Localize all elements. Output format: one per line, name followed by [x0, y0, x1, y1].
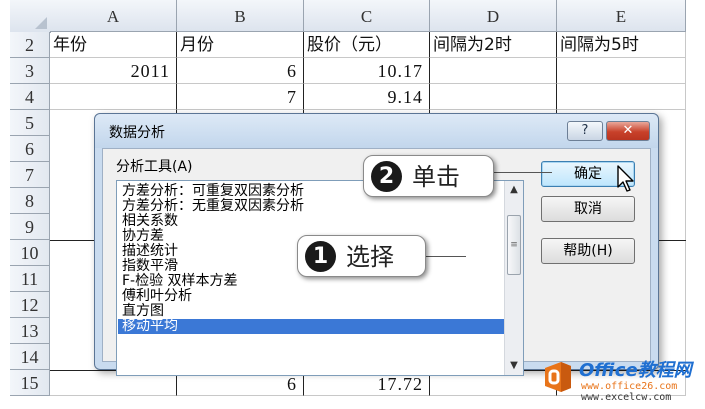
listbox-scrollbar[interactable]: ▲ ≡ ▼	[504, 181, 523, 375]
step-2-text: 单击	[412, 163, 460, 191]
cell-e3[interactable]	[557, 58, 686, 84]
dialog-title-bar[interactable]: 数据分析 ? ✕	[95, 114, 658, 148]
analysis-tools-label: 分析工具(A)	[116, 159, 193, 175]
step-1-callout: 1 选择	[297, 235, 426, 277]
tool-item-fourier-analysis[interactable]: 傅利叶分析	[122, 289, 192, 304]
tool-item-histogram[interactable]: 直方图	[122, 304, 164, 319]
cell-d2[interactable]: 间隔为2时	[430, 32, 557, 58]
cell-c2[interactable]: 股价（元）	[304, 32, 430, 58]
row-header-15[interactable]: 15	[10, 370, 50, 396]
close-button[interactable]: ✕	[606, 121, 650, 141]
step-2-callout: 2 单击	[363, 155, 494, 197]
column-header-a[interactable]: A	[50, 0, 177, 32]
row-header-2[interactable]: 2	[10, 32, 50, 58]
row-header-13[interactable]: 13	[10, 318, 50, 344]
cell-d3[interactable]	[430, 58, 557, 84]
cell-b2[interactable]: 月份	[177, 32, 304, 58]
scroll-down-arrow-icon[interactable]: ▼	[505, 357, 523, 375]
mouse-pointer-icon	[617, 165, 634, 192]
row-header-8[interactable]: 8	[10, 188, 50, 214]
cell-e2[interactable]: 间隔为5时	[557, 32, 686, 58]
tool-item-anova-no-replication[interactable]: 方差分析：无重复双因素分析	[122, 199, 304, 214]
cell-c4[interactable]: 9.14	[304, 84, 430, 110]
step-2-number-icon: 2	[371, 161, 402, 192]
tool-item-covariance[interactable]: 协方差	[122, 229, 164, 244]
tool-item-exponential-smoothing[interactable]: 指数平滑	[122, 259, 178, 274]
cancel-button[interactable]: 取消	[541, 196, 635, 222]
scroll-thumb[interactable]: ≡	[507, 215, 521, 275]
row-header-12[interactable]: 12	[10, 292, 50, 318]
row-header-9[interactable]: 9	[10, 214, 50, 240]
scroll-up-arrow-icon[interactable]: ▲	[505, 181, 523, 199]
tool-item-correlation[interactable]: 相关系数	[122, 214, 178, 229]
column-header-c[interactable]: C	[304, 0, 430, 32]
column-header-e[interactable]: E	[557, 0, 686, 32]
tool-item-anova-replication[interactable]: 方差分析：可重复双因素分析	[122, 184, 304, 199]
cell-d4[interactable]	[430, 84, 557, 110]
analysis-tools-listbox[interactable]: 方差分析：可重复双因素分析 方差分析：无重复双因素分析 相关系数 协方差 描述统…	[116, 180, 524, 376]
select-all-corner[interactable]	[10, 0, 51, 33]
cell-a4[interactable]	[50, 84, 177, 110]
select-callout-connector	[426, 256, 466, 257]
step-1-text: 选择	[346, 243, 394, 271]
column-header-b[interactable]: B	[177, 0, 304, 32]
watermark-title: Office教程网	[579, 360, 692, 381]
help-title-button[interactable]: ?	[567, 121, 603, 141]
watermark-site-2: www.excelcw.com	[581, 392, 672, 403]
office-logo-icon	[545, 362, 571, 392]
help-button[interactable]: 帮助(H)	[541, 238, 635, 264]
cell-a3[interactable]: 2011	[50, 58, 177, 84]
cell-b4[interactable]: 7	[177, 84, 304, 110]
row-header-4[interactable]: 4	[10, 84, 50, 110]
tool-item-descriptive-statistics[interactable]: 描述统计	[122, 244, 178, 259]
row-header-14[interactable]: 14	[10, 344, 50, 370]
cell-a2[interactable]: 年份	[50, 32, 177, 58]
watermark: Office教程网 www.office26.com www.excelcw.c…	[541, 358, 701, 406]
row-header-6[interactable]: 6	[10, 136, 50, 162]
tool-item-f-test[interactable]: F-检验 双样本方差	[122, 274, 238, 289]
row-header-11[interactable]: 11	[10, 266, 50, 292]
step-1-number-icon: 1	[305, 241, 336, 272]
click-callout-connector	[494, 172, 552, 173]
dialog-title: 数据分析	[109, 125, 165, 141]
cell-b3[interactable]: 6	[177, 58, 304, 84]
row-header-7[interactable]: 7	[10, 162, 50, 188]
tool-item-moving-average[interactable]: 移动平均	[118, 319, 508, 334]
column-header-d[interactable]: D	[430, 0, 557, 32]
row-header-5[interactable]: 5	[10, 110, 50, 136]
cell-c3[interactable]: 10.17	[304, 58, 430, 84]
cell-e4[interactable]	[557, 84, 686, 110]
row-header-3[interactable]: 3	[10, 58, 50, 84]
row-header-10[interactable]: 10	[10, 240, 50, 266]
